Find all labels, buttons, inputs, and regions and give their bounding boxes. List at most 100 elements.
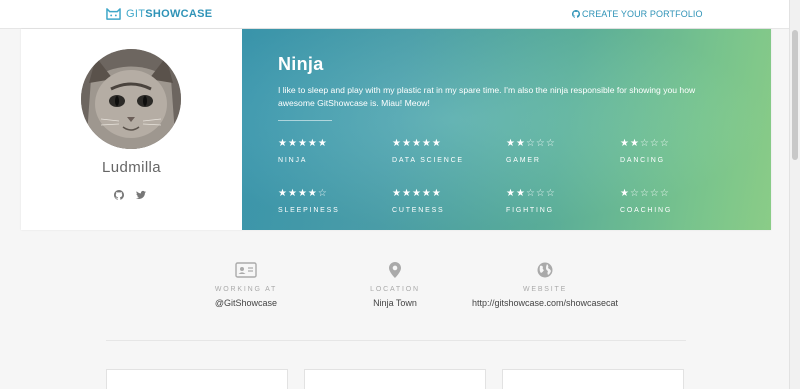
skill-label: NINJA	[278, 157, 308, 164]
star-filled-icon: ★	[297, 188, 308, 199]
skill-item: ★★☆☆☆ FIGHTING	[506, 189, 620, 230]
location-info: LOCATION Ninja Town	[345, 262, 445, 308]
star-rating: ★★★★★	[392, 189, 506, 201]
star-filled-icon: ★	[431, 188, 442, 199]
star-filled-icon: ★	[411, 188, 422, 199]
skill-item: ★☆☆☆☆ COACHING	[620, 189, 734, 230]
skill-item: ★★★★★ CUTENESS	[392, 189, 506, 230]
twitter-icon[interactable]	[136, 190, 146, 200]
star-filled-icon: ★	[278, 138, 288, 149]
star-empty-icon: ☆	[659, 138, 670, 149]
star-filled-icon: ★	[506, 138, 516, 149]
website-label: WEBSITE	[522, 286, 568, 293]
star-empty-icon: ☆	[545, 188, 556, 199]
star-empty-icon: ☆	[317, 188, 328, 199]
star-empty-icon: ☆	[639, 138, 650, 149]
repo-card[interactable]	[502, 369, 684, 389]
working-at-info: WORKING AT @GitShowcase	[196, 262, 296, 308]
top-navbar: GITSHOWCASE CREATE YOUR PORTFOLIO	[0, 0, 800, 29]
star-rating: ★★★★☆	[278, 189, 392, 201]
star-filled-icon: ★	[515, 188, 526, 199]
star-empty-icon: ☆	[649, 188, 660, 199]
star-empty-icon: ☆	[649, 138, 660, 149]
star-filled-icon: ★	[620, 138, 630, 149]
skill-label: SLEEPINESS	[278, 207, 340, 214]
website-link[interactable]: http://gitshowcase.com/showcasecat	[470, 298, 620, 308]
star-empty-icon: ☆	[535, 188, 546, 199]
star-filled-icon: ★	[401, 188, 412, 199]
working-at-value: @GitShowcase	[214, 298, 278, 308]
star-filled-icon: ★	[506, 188, 516, 199]
star-empty-icon: ☆	[629, 188, 640, 199]
bio-divider	[278, 120, 332, 121]
github-icon[interactable]	[114, 190, 124, 200]
star-filled-icon: ★	[392, 138, 402, 149]
star-filled-icon: ★	[392, 188, 402, 199]
repo-card[interactable]	[106, 369, 288, 389]
cat-logo-icon	[106, 8, 121, 20]
github-icon	[572, 10, 580, 18]
bio-title: Ninja	[278, 54, 324, 74]
star-filled-icon: ★	[287, 188, 298, 199]
skill-item: ★★★★★ NINJA	[278, 139, 392, 189]
star-filled-icon: ★	[421, 188, 432, 199]
star-filled-icon: ★	[620, 188, 630, 199]
profile-hero: Ninja I like to sleep and play with my p…	[242, 29, 771, 230]
location-label: LOCATION	[370, 286, 420, 293]
star-rating: ★★☆☆☆	[506, 139, 620, 151]
scrollbar-thumb[interactable]	[792, 30, 798, 160]
location-value: Ninja Town	[373, 298, 417, 308]
working-at-label: WORKING AT	[214, 286, 278, 293]
profile-card: Ludmilla Ninja I like to sleep and play …	[21, 29, 771, 230]
id-card-icon	[235, 262, 257, 278]
star-rating: ★★☆☆☆	[506, 189, 620, 201]
star-filled-icon: ★	[629, 138, 640, 149]
star-rating: ★★☆☆☆	[620, 139, 734, 151]
skill-label: DANCING	[620, 157, 665, 164]
star-empty-icon: ☆	[535, 138, 546, 149]
brand-logo-link[interactable]: GITSHOWCASE	[106, 7, 212, 21]
bio-text: I like to sleep and play with my plastic…	[278, 85, 696, 108]
create-portfolio-link[interactable]: CREATE YOUR PORTFOLIO	[572, 9, 703, 19]
skill-item: ★★★★★ DATA SCIENCE	[392, 139, 506, 189]
star-filled-icon: ★	[307, 138, 318, 149]
star-filled-icon: ★	[278, 188, 288, 199]
globe-icon	[537, 262, 553, 278]
website-info: WEBSITE http://gitshowcase.com/showcasec…	[470, 262, 620, 308]
star-rating: ★☆☆☆☆	[620, 189, 734, 201]
skills-grid: ★★★★★ NINJA ★★★★★ DATA SCIENCE ★★☆☆☆ GAMER ★★☆…	[278, 139, 738, 230]
star-empty-icon: ☆	[545, 138, 556, 149]
star-empty-icon: ☆	[525, 138, 536, 149]
brand-name: GITSHOWCASE	[126, 8, 213, 20]
star-filled-icon: ★	[401, 138, 412, 149]
social-links	[114, 190, 146, 200]
star-filled-icon: ★	[287, 138, 298, 149]
skill-item: ★★☆☆☆ GAMER	[506, 139, 620, 189]
cat-avatar-image	[81, 49, 181, 149]
avatar	[81, 49, 181, 149]
star-filled-icon: ★	[307, 188, 318, 199]
star-filled-icon: ★	[421, 138, 432, 149]
star-rating: ★★★★★	[392, 139, 506, 151]
skill-item: ★★★★☆ SLEEPINESS	[278, 189, 392, 230]
skill-label: GAMER	[506, 157, 541, 164]
star-empty-icon: ☆	[639, 188, 650, 199]
profile-sidebar: Ludmilla	[21, 29, 242, 230]
map-pin-icon	[389, 262, 401, 278]
repo-card[interactable]	[304, 369, 486, 389]
profile-name: Ludmilla	[101, 159, 162, 176]
section-divider	[106, 340, 686, 341]
star-filled-icon: ★	[431, 138, 442, 149]
skill-label: CUTENESS	[392, 207, 445, 214]
create-portfolio-label: CREATE YOUR PORTFOLIO	[582, 9, 703, 19]
skill-label: DATA SCIENCE	[392, 157, 464, 164]
star-rating: ★★★★★	[278, 139, 392, 151]
star-empty-icon: ☆	[525, 188, 536, 199]
star-filled-icon: ★	[317, 138, 328, 149]
star-filled-icon: ★	[411, 138, 422, 149]
skill-item: ★★☆☆☆ DANCING	[620, 139, 734, 189]
star-filled-icon: ★	[515, 138, 526, 149]
star-filled-icon: ★	[297, 138, 308, 149]
page-scrollbar[interactable]	[789, 0, 800, 389]
skill-label: FIGHTING	[506, 207, 554, 214]
